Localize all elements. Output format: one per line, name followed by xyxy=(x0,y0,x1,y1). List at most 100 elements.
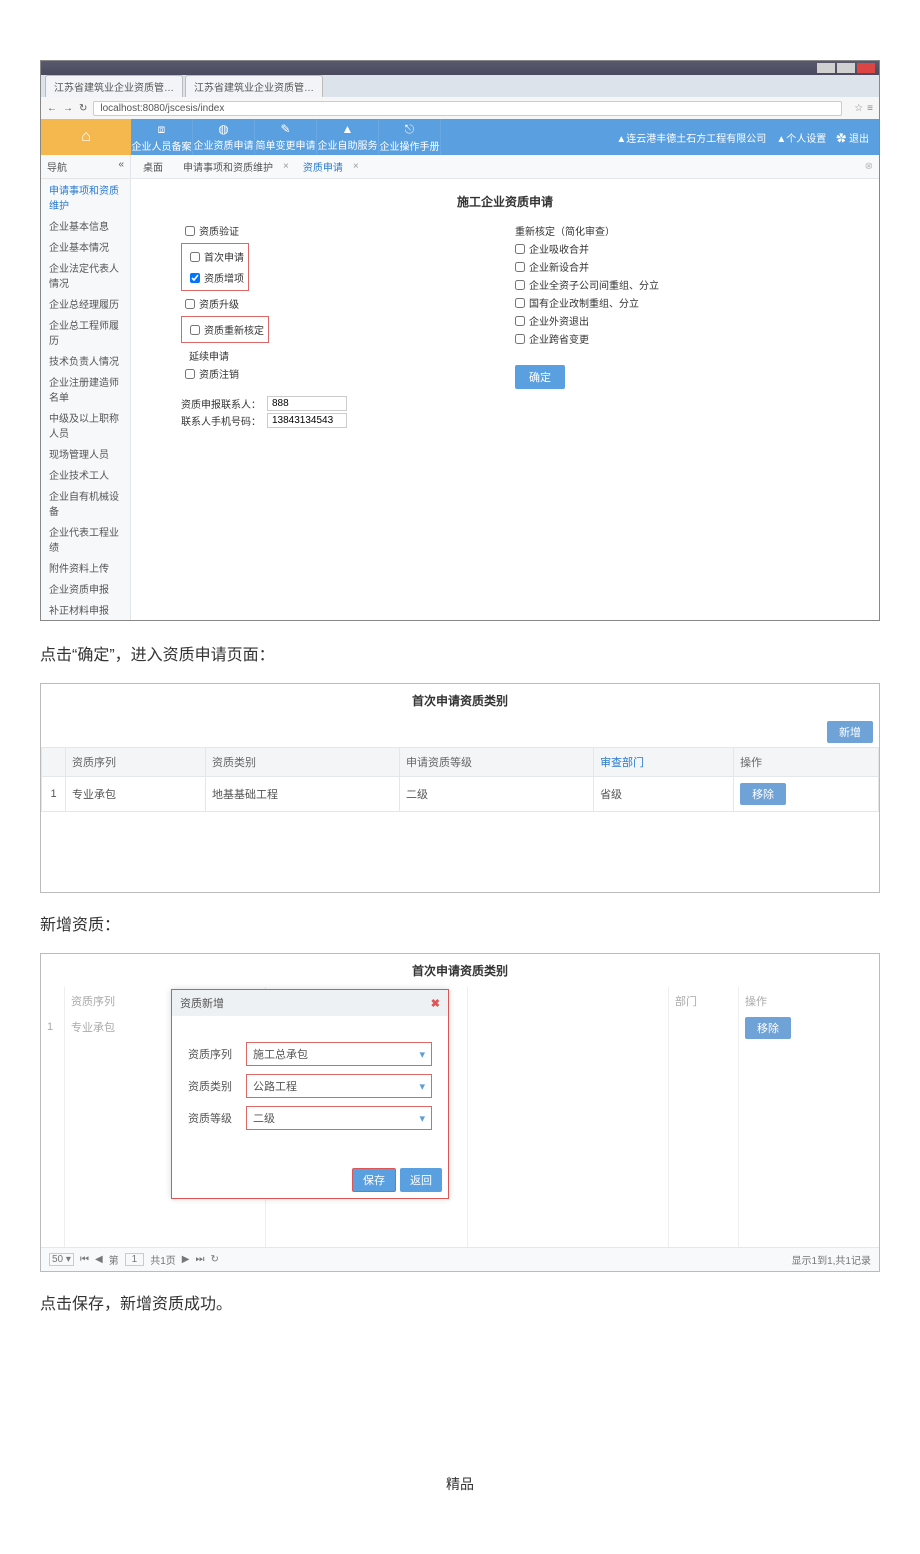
checkbox[interactable] xyxy=(185,226,195,236)
sidebar-item[interactable]: 中级及以上职称人员 xyxy=(41,407,130,443)
pager-first-icon[interactable]: ⏮ xyxy=(80,1254,89,1265)
save-button[interactable]: 保存 xyxy=(352,1168,396,1192)
personal-settings[interactable]: ▲个人设置 xyxy=(776,130,826,145)
checkbox[interactable] xyxy=(515,244,525,254)
pager-last-icon[interactable]: ⏭ xyxy=(195,1254,204,1265)
close-tab-icon[interactable]: × xyxy=(353,161,359,172)
col-header: 操作 xyxy=(734,748,879,777)
pager-next-icon[interactable]: ▶ xyxy=(182,1254,190,1265)
phone-input[interactable] xyxy=(267,413,347,428)
page-total: 共1页 xyxy=(150,1252,176,1267)
highlight-box: 首次申请 资质增项 xyxy=(181,243,249,291)
toolbar-item[interactable]: ◍企业资质申请 xyxy=(193,119,255,155)
checkbox-label: 资质增项 xyxy=(204,270,244,285)
checkbox[interactable] xyxy=(185,369,195,379)
remove-button[interactable]: 移除 xyxy=(740,783,786,805)
add-modal: 资质新增✖ 资质序列施工总承包▾ 资质类别公路工程▾ 资质等级二级▾ 保存 返回 xyxy=(171,989,449,1199)
content-tabs: 桌面 申请事项和资质维护 × 资质申请 × ⊗ xyxy=(131,155,879,179)
sidebar-item[interactable]: 申请事项和资质维护 xyxy=(41,179,130,215)
window-titlebar xyxy=(41,61,879,75)
toolbar-item[interactable]: ▲企业自助服务 xyxy=(317,119,379,155)
sidebar-item[interactable]: 企业基本情况 xyxy=(41,236,130,257)
pager-refresh-icon[interactable]: ↻ xyxy=(210,1254,218,1265)
browser-tab[interactable]: 江苏省建筑业企业资质管… xyxy=(185,75,323,97)
checkbox-label: 资质注销 xyxy=(199,366,239,381)
checkbox[interactable] xyxy=(190,252,200,262)
modal-close-icon[interactable]: ✖ xyxy=(431,997,440,1010)
url-field[interactable]: localhost:8080/jscesis/index xyxy=(93,101,842,116)
sidebar-item[interactable]: 企业资质申报 xyxy=(41,578,130,599)
company-label[interactable]: ▲连云港丰德土石方工程有限公司 xyxy=(616,130,766,145)
contact-input[interactable] xyxy=(267,396,347,411)
combobox[interactable]: 公路工程▾ xyxy=(246,1074,432,1098)
phone-label: 联系人手机号码： xyxy=(181,413,261,428)
toolbar-item[interactable]: ⎋企业操作手册 xyxy=(379,119,441,155)
sidebar-item[interactable]: 企业技术工人 xyxy=(41,464,130,485)
sidebar: 导航 « 申请事项和资质维护 企业基本信息 企业基本情况 企业法定代表人情况 企业… xyxy=(41,155,131,620)
pager-prev-icon[interactable]: ◀ xyxy=(95,1254,103,1265)
col-header: 资质类别 xyxy=(206,748,400,777)
doc-paragraph: 点击“确定”，进入资质申请页面： xyxy=(40,641,880,665)
sidebar-item[interactable]: 补正材料申报 xyxy=(41,599,130,620)
browser-tab[interactable]: 江苏省建筑业企业资质管… xyxy=(45,75,183,97)
checkbox[interactable] xyxy=(515,298,525,308)
pager-info: 显示1到1,共1记录 xyxy=(792,1252,871,1267)
contact-label: 资质申报联系人： xyxy=(181,396,261,411)
back-button[interactable]: 返回 xyxy=(400,1168,442,1192)
row-index: 1 xyxy=(47,1021,58,1033)
sidebar-item[interactable]: 企业总工程师履历 xyxy=(41,314,130,350)
content-tab[interactable]: 桌面 xyxy=(137,158,169,175)
nav-forward-icon[interactable]: → xyxy=(63,103,73,114)
window-close-icon[interactable] xyxy=(857,63,875,73)
checkbox[interactable] xyxy=(515,262,525,272)
page-input[interactable]: 1 xyxy=(125,1253,145,1266)
field-label: 资质序列 xyxy=(188,1046,238,1062)
footer-label: 精品 xyxy=(40,1474,880,1494)
close-all-icon[interactable]: ⊗ xyxy=(865,161,873,172)
sidebar-item[interactable]: 现场管理人员 xyxy=(41,443,130,464)
data-grid: 资质序列 资质类别 申请资质等级 审查部门 操作 1 专业承包 地基基础工程 二… xyxy=(41,747,879,812)
checkbox[interactable] xyxy=(515,334,525,344)
sidebar-item[interactable]: 技术负责人情况 xyxy=(41,350,130,371)
sidebar-item[interactable]: 企业基本信息 xyxy=(41,215,130,236)
combobox[interactable]: 二级▾ xyxy=(246,1106,432,1130)
sidebar-item[interactable]: 企业自有机械设备 xyxy=(41,485,130,521)
sidebar-item[interactable]: 附件资料上传 xyxy=(41,557,130,578)
content-tab[interactable]: 申请事项和资质维护 xyxy=(177,158,279,175)
col-header: 部门 xyxy=(675,993,732,1009)
checkbox[interactable] xyxy=(185,299,195,309)
menu-icon[interactable]: ≡ xyxy=(867,103,873,114)
content-tab[interactable]: 资质申请 xyxy=(297,158,349,175)
checkbox[interactable] xyxy=(190,325,200,335)
checkbox[interactable] xyxy=(515,280,525,290)
sidebar-item[interactable]: 企业代表工程业绩 xyxy=(41,521,130,557)
window-min-icon[interactable] xyxy=(817,63,835,73)
home-button[interactable]: ⌂ xyxy=(41,119,131,155)
checkbox-label: 首次申请 xyxy=(204,249,244,264)
checkbox[interactable] xyxy=(190,273,200,283)
page-size-select[interactable]: 50 ▾ xyxy=(49,1253,74,1266)
checkbox-label: 资质升级 xyxy=(199,296,239,311)
field-label: 资质等级 xyxy=(188,1110,238,1126)
nav-back-icon[interactable]: ← xyxy=(47,103,57,114)
row-index: 1 xyxy=(42,777,66,812)
sidebar-header: 导航 xyxy=(47,159,67,174)
book-icon: ⎋ xyxy=(405,122,415,137)
toolbar-item[interactable]: ✎简单变更申请 xyxy=(255,119,317,155)
toolbar-item[interactable]: ⧈企业人员备案 xyxy=(131,119,193,155)
sidebar-item[interactable]: 企业总经理履历 xyxy=(41,293,130,314)
sidebar-item[interactable]: 企业注册建造师名单 xyxy=(41,371,130,407)
nav-reload-icon[interactable]: ↻ xyxy=(79,103,87,114)
logout-button[interactable]: ✿ 退出 xyxy=(836,130,869,145)
close-tab-icon[interactable]: × xyxy=(283,161,289,172)
remove-button[interactable]: 移除 xyxy=(745,1017,791,1039)
add-button[interactable]: 新增 xyxy=(827,721,873,743)
bookmark-icon[interactable]: ☆ xyxy=(854,103,863,114)
confirm-button[interactable]: 确定 xyxy=(515,365,565,389)
checkbox[interactable] xyxy=(515,316,525,326)
collapse-icon[interactable]: « xyxy=(118,159,124,174)
combobox[interactable]: 施工总承包▾ xyxy=(246,1042,432,1066)
window-max-icon[interactable] xyxy=(837,63,855,73)
sidebar-item[interactable]: 企业法定代表人情况 xyxy=(41,257,130,293)
checkbox-label: 资质验证 xyxy=(199,223,239,238)
